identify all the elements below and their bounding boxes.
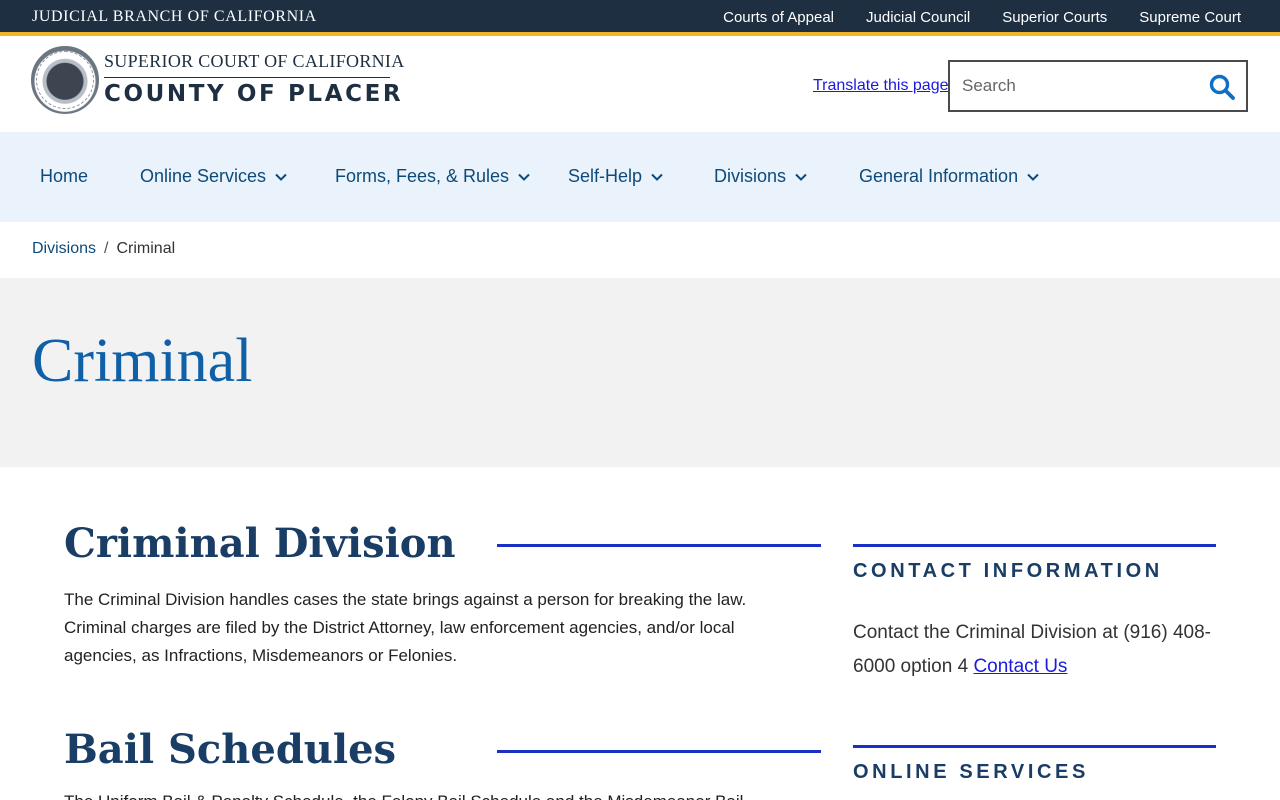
search-icon[interactable]	[1208, 73, 1236, 101]
link-superior-courts[interactable]: Superior Courts	[1002, 9, 1107, 26]
contact-information-heading: CONTACT INFORMATION	[853, 560, 1163, 582]
breadcrumb-divisions[interactable]: Divisions	[32, 240, 96, 258]
online-services-heading: ONLINE SERVICES	[853, 761, 1089, 783]
nav-divisions-label: Divisions	[714, 166, 787, 186]
section-divider	[497, 750, 821, 753]
nav-online-services-label: Online Services	[140, 166, 267, 186]
chevron-down-icon	[275, 173, 287, 181]
search-box	[948, 60, 1248, 112]
page-hero: Criminal	[0, 278, 1280, 467]
nav-general-info-label: General Information	[859, 166, 1019, 186]
breadcrumb-current: Criminal	[116, 240, 176, 257]
logo-superior-court[interactable]: SUPERIOR COURT OF CALIFORNIA	[104, 51, 405, 72]
search-input[interactable]	[962, 74, 1202, 98]
link-courts-of-appeal[interactable]: Courts of Appeal	[723, 9, 834, 26]
logo-county[interactable]: COUNTY OF PLACER	[104, 81, 403, 107]
judicial-branch-title[interactable]: JUDICIAL BRANCH OF CALIFORNIA	[32, 8, 317, 26]
criminal-division-description: The Criminal Division handles cases the …	[64, 590, 747, 665]
chevron-down-icon	[1027, 173, 1039, 181]
nav-online-services[interactable]: Online Services	[140, 166, 288, 187]
nav-self-help[interactable]: Self-Help	[568, 166, 664, 187]
chevron-down-icon	[795, 173, 807, 181]
nav-self-help-label: Self-Help	[568, 166, 643, 186]
page-title: Criminal	[32, 327, 253, 395]
criminal-division-heading: Criminal Division	[64, 520, 456, 567]
chevron-down-icon	[651, 173, 663, 181]
breadcrumb-separator: /	[104, 240, 109, 257]
main-nav: Home Online Services Forms, Fees, & Rule…	[0, 132, 1280, 222]
bail-schedules-description: The Uniform Bail & Penalty Schedule, the…	[64, 788, 784, 800]
breadcrumb: Divisions / Criminal	[32, 240, 175, 258]
sidebar-divider	[853, 745, 1216, 748]
judicial-links: Courts of Appeal Judicial Council Superi…	[723, 9, 1241, 26]
section-divider	[497, 544, 821, 547]
sidebar-divider	[853, 544, 1216, 547]
link-judicial-council[interactable]: Judicial Council	[866, 9, 970, 26]
nav-general-information[interactable]: General Information	[859, 166, 1040, 187]
translate-link[interactable]: Translate this page	[813, 77, 948, 95]
nav-forms-fees-rules[interactable]: Forms, Fees, & Rules	[335, 166, 531, 187]
nav-forms-label: Forms, Fees, & Rules	[335, 166, 510, 186]
link-supreme-court[interactable]: Supreme Court	[1139, 9, 1241, 26]
bail-schedules-heading: Bail Schedules	[64, 726, 397, 773]
logo-divider	[104, 77, 390, 78]
nav-home-label: Home	[40, 166, 89, 186]
chevron-down-icon	[518, 173, 530, 181]
nav-home[interactable]: Home	[40, 166, 88, 187]
contact-information-text: Contact the Criminal Division at (916) 4…	[853, 616, 1213, 684]
seal-ring	[36, 51, 94, 109]
contact-us-link[interactable]: Contact Us	[973, 656, 1067, 677]
nav-divisions[interactable]: Divisions	[714, 166, 808, 187]
site-header: SUPERIOR COURT OF CALIFORNIA COUNTY OF P…	[0, 40, 1280, 132]
judicial-branch-bar: JUDICIAL BRANCH OF CALIFORNIA Courts of …	[0, 0, 1280, 36]
